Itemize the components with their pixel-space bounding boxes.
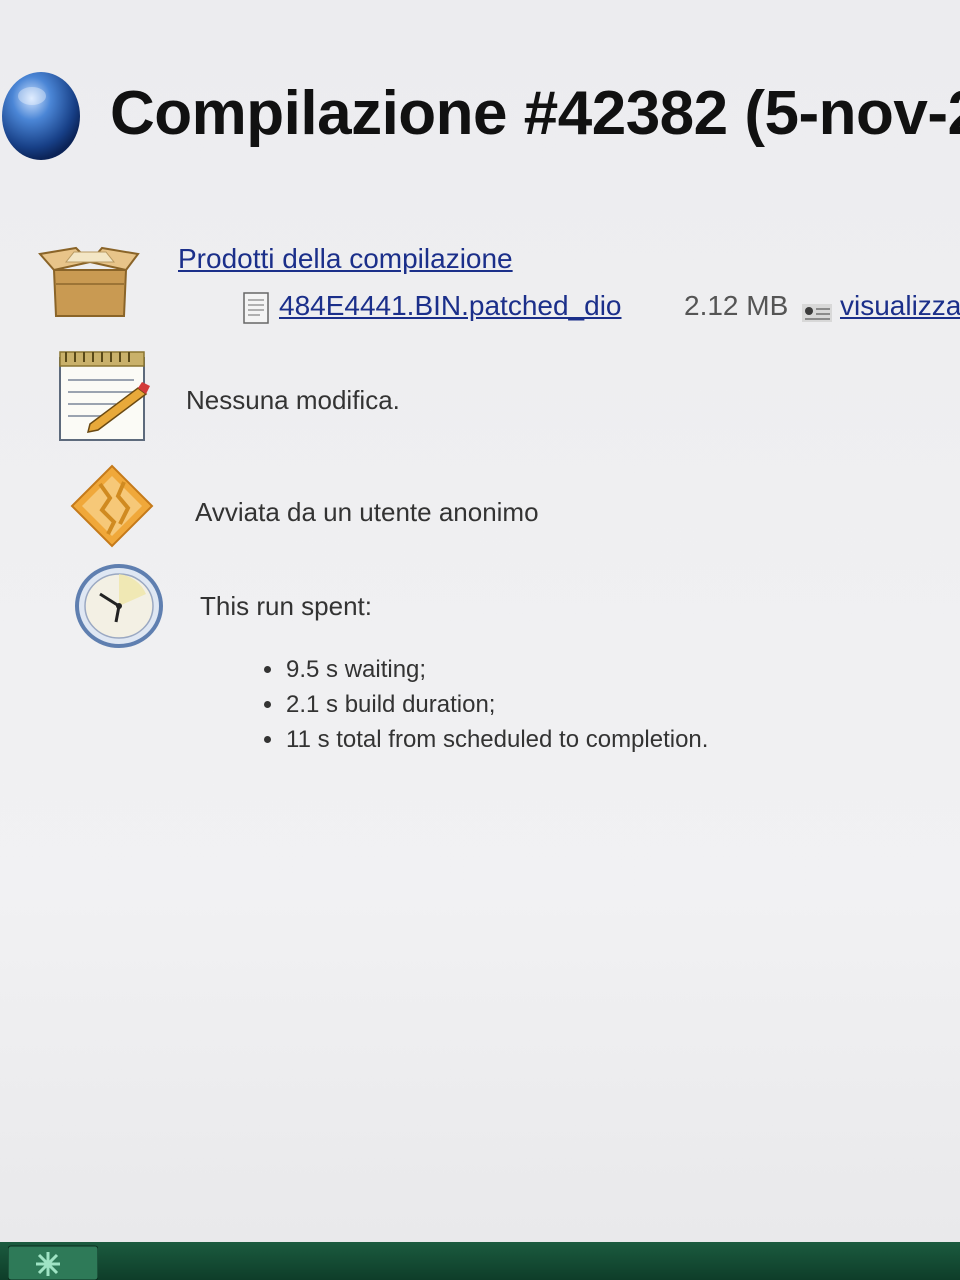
page-title: Compilazione #42382 (5-nov-2	[110, 79, 960, 148]
artifacts-link[interactable]: Prodotti della compilazione	[178, 243, 513, 275]
timing-list: 9.5 s waiting; 2.1 s build duration; 11 …	[262, 652, 708, 757]
list-item: 9.5 s waiting;	[262, 652, 708, 687]
package-icon	[38, 246, 140, 317]
cause-text: Avviata da un utente anonimo	[195, 497, 539, 527]
start-button[interactable]	[8, 1244, 98, 1280]
artifact-row: 484E4441.BIN.patched_dio 2.12 MB visuali…	[243, 290, 960, 330]
fingerprint-icon[interactable]	[802, 304, 832, 322]
artifact-file-size: 2.12 MB	[684, 290, 789, 321]
notepad-icon	[59, 351, 150, 441]
bullet-icon	[264, 736, 271, 743]
timing-build-duration: 2.1 s build duration;	[286, 691, 496, 718]
artifact-file-link[interactable]: 484E4441.BIN.patched_dio	[279, 290, 622, 322]
user-cause-icon	[70, 464, 154, 548]
clock-icon	[75, 564, 163, 648]
bullet-icon	[264, 666, 271, 673]
file-icon	[243, 292, 269, 324]
timing-heading: This run spent:	[200, 591, 372, 621]
list-item: 11 s total from scheduled to completion.	[262, 722, 708, 757]
timing-waiting: 9.5 s waiting;	[286, 656, 427, 683]
taskbar	[0, 1242, 960, 1280]
view-artifact-link[interactable]: visualizza	[840, 290, 960, 322]
changes-text: Nessuna modifica.	[186, 385, 400, 415]
bullet-icon	[264, 701, 271, 708]
timing-total: 11 s total from scheduled to completion.	[286, 726, 709, 753]
list-item: 2.1 s build duration;	[262, 687, 708, 722]
blue-ball-icon	[2, 72, 80, 160]
star-icon	[36, 1252, 60, 1276]
